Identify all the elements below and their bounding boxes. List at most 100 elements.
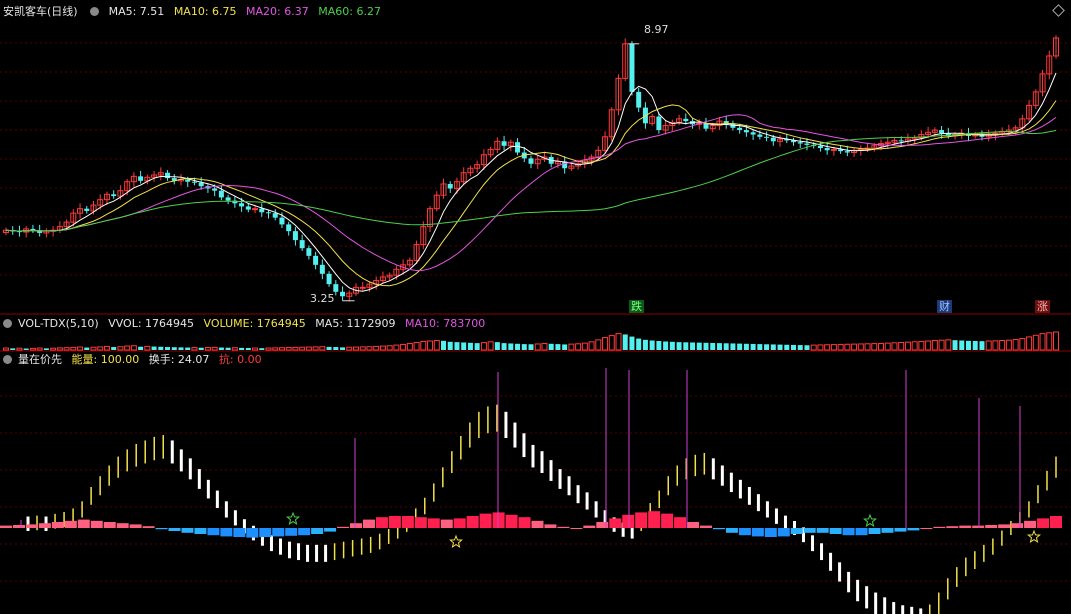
candle-body [528,158,534,164]
volume-bar [117,346,124,351]
volume-bar [474,343,480,350]
turnover-bar [868,528,881,534]
turnover-bar [233,528,246,537]
turnover-bar [531,520,544,528]
turnover-bar [894,528,907,532]
volume-bar [642,339,648,350]
volume-bar [23,348,29,350]
volume-bar [50,347,57,351]
turnover-bar [751,528,764,537]
volume-bar [810,344,817,351]
turnover-bar [38,523,51,528]
volume-bar [77,346,84,351]
turnover-bar [505,514,518,528]
ma10-line [5,100,1057,287]
turnover-bar [129,524,142,528]
volume-bar [824,344,831,351]
volume-bar [602,337,609,351]
turnover-bar [700,525,712,528]
volume-bar [690,342,696,350]
volume-bar [979,341,985,350]
turnover-bar [375,517,388,528]
turnover-bar [466,516,479,528]
turnover-bar [764,528,777,537]
volume-bar [1012,339,1019,351]
volume-bar [165,347,171,350]
volume-bar [406,342,413,351]
volume-bar [515,343,521,350]
volume-bar [581,342,588,351]
volume-bar [1039,333,1046,351]
yellow-star-icon [1027,529,1041,544]
volume-bar [534,343,541,351]
volume-bar [447,341,453,350]
turnover-bar [946,526,959,528]
turnover-bar [51,522,64,528]
volume-bar [636,338,642,350]
volume-bar [837,343,844,351]
stock-chart[interactable] [0,0,1071,614]
volume-bar [1053,331,1059,351]
turnover-bar [1024,520,1037,528]
candle-body [501,141,507,146]
volume-bar [326,346,332,350]
candle-body [299,240,305,249]
volume-bar [608,335,615,351]
volume-bar [1026,336,1033,351]
volume-bar [945,339,952,351]
candle-body [939,130,945,134]
turnover-bar [777,528,790,537]
volume-bar [158,346,164,350]
volume-bar [528,344,534,350]
volume-bar [487,341,494,351]
volume-bar [16,347,23,351]
turnover-bar [155,528,168,530]
candle-body [212,188,218,191]
volume-bar [649,340,655,350]
volume-bar [239,347,245,350]
volume-bar [413,341,420,351]
turnover-bar [77,519,90,528]
volume-bar [56,347,63,351]
candle-body [198,182,204,187]
candle-body [313,255,319,265]
volume-bar [319,346,326,351]
volume-bar [467,342,473,350]
volume-bar [111,347,117,350]
volume-bar [204,347,211,351]
volume-bar [999,340,1006,351]
turnover-bar [816,528,829,533]
volume-bar [844,343,851,351]
volume-bar [1019,338,1026,351]
volume-bar [931,340,938,351]
turnover-bar [803,528,816,533]
volume-bar [568,343,575,351]
turnover-bar [998,524,1011,528]
ma20-line [5,114,1057,272]
candle-body [797,142,803,144]
volume-bar [911,341,918,351]
turnover-bar [557,526,570,528]
volume-bar [904,341,911,351]
volume-bar [373,345,380,351]
volume-bar [393,344,400,351]
volume-bar [433,340,440,351]
volume-bar [353,346,359,351]
turnover-bar [116,523,129,528]
volume-bar [97,346,104,351]
volume-bar [548,343,554,350]
turnover-bar [272,528,285,537]
turnover-bar [583,525,596,528]
turnover-bar [337,526,350,528]
turnover-bar [324,528,337,532]
turnover-bar [933,526,946,528]
volume-bar [198,347,204,350]
turnover-bar [920,528,933,529]
volume-bar [90,346,97,351]
turnover-bar [570,528,583,529]
turnover-bar [453,518,466,528]
ma5-line [5,72,1057,292]
volume-bar [918,340,925,351]
turnover-bar [64,520,77,528]
volume-bar [501,343,507,350]
